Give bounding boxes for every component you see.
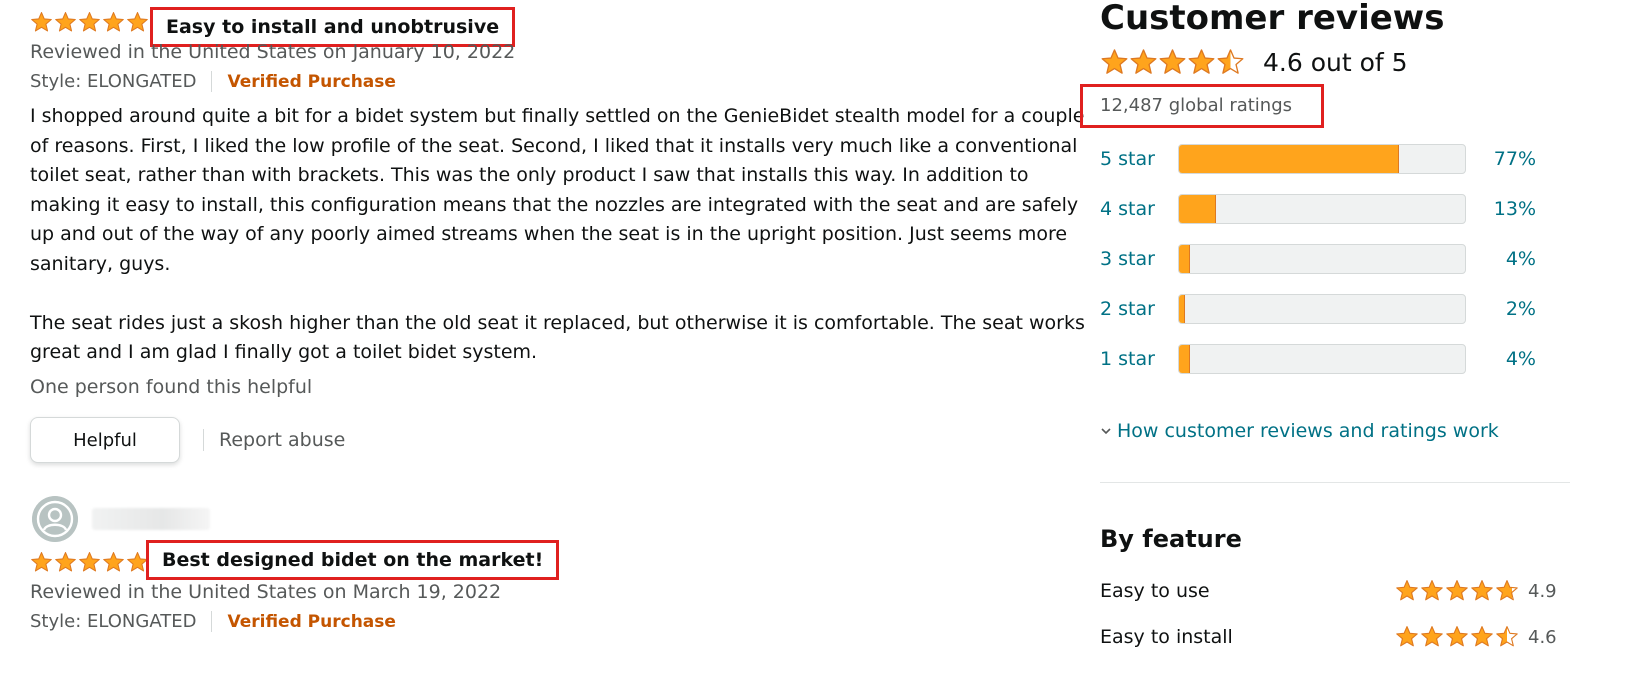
- user-icon: [32, 496, 78, 542]
- histogram-percent[interactable]: 13%: [1466, 198, 1536, 220]
- star-full-icon: [1445, 625, 1469, 649]
- how-reviews-work-text[interactable]: How customer reviews and ratings work: [1117, 420, 1499, 442]
- reviewer-name-redacted: [92, 508, 210, 530]
- style-label[interactable]: Style: ELONGATED: [30, 71, 196, 92]
- star-full-icon: [1395, 579, 1419, 603]
- review-style-line: Style: ELONGATED Verified Purchase: [30, 71, 396, 92]
- histogram-label[interactable]: 1 star: [1100, 348, 1178, 370]
- star-full-icon: [78, 11, 101, 34]
- review-style-line: Style: ELONGATED Verified Purchase: [30, 611, 396, 632]
- star-full-icon: [78, 551, 101, 574]
- histogram-fill: [1179, 295, 1185, 323]
- star-rating: [30, 551, 150, 574]
- divider: [211, 611, 213, 632]
- histogram-fill: [1179, 145, 1400, 173]
- star-rating: [1100, 48, 1245, 77]
- histogram-row-4-star[interactable]: 4 star 13%: [1100, 194, 1540, 224]
- review-date: Reviewed in the United States on January…: [30, 41, 516, 63]
- star-full-icon: [102, 551, 125, 574]
- review-paragraph: The seat rides just a skosh higher than …: [30, 311, 1085, 364]
- star-rating: [30, 11, 150, 34]
- overall-rating-text: 4.6 out of 5: [1263, 48, 1408, 77]
- histogram-row-3-star[interactable]: 3 star 4%: [1100, 244, 1540, 274]
- star-full-icon: [1100, 48, 1129, 77]
- star-half-icon: [1495, 579, 1519, 603]
- histogram-bar[interactable]: [1178, 294, 1466, 324]
- histogram-row-1-star[interactable]: 1 star 4%: [1100, 344, 1540, 374]
- report-abuse-link[interactable]: Report abuse: [219, 429, 345, 451]
- histogram-bar[interactable]: [1178, 194, 1466, 224]
- star-full-icon: [126, 11, 149, 34]
- feature-rating-row: Easy to use 4.9: [1100, 576, 1560, 606]
- star-half-icon: [1216, 48, 1245, 77]
- histogram-bar[interactable]: [1178, 144, 1466, 174]
- helpful-count: One person found this helpful: [30, 376, 313, 398]
- overall-rating[interactable]: 4.6 out of 5: [1100, 48, 1408, 77]
- style-label[interactable]: Style: ELONGATED: [30, 611, 196, 632]
- histogram-bar[interactable]: [1178, 344, 1466, 374]
- histogram-row-2-star[interactable]: 2 star 2%: [1100, 294, 1540, 324]
- summary-title: Customer reviews: [1100, 0, 1445, 38]
- how-reviews-work-link[interactable]: How customer reviews and ratings work: [1100, 420, 1499, 442]
- review-list: Easy to install and unobtrusive Reviewed…: [0, 0, 1100, 674]
- feature-score: 4.6: [1528, 626, 1557, 648]
- star-rating: [1395, 625, 1520, 649]
- star-rating: [1395, 579, 1520, 603]
- review-actions: Helpful Report abuse: [30, 417, 345, 463]
- feature-rating-row: Easy to install 4.6: [1100, 622, 1560, 652]
- review-rating[interactable]: [30, 547, 150, 577]
- histogram-percent[interactable]: 4%: [1466, 248, 1536, 270]
- star-full-icon: [30, 551, 53, 574]
- star-full-icon: [54, 551, 77, 574]
- star-full-icon: [1395, 625, 1419, 649]
- star-full-icon: [30, 11, 53, 34]
- chevron-down-icon: [1101, 428, 1111, 435]
- star-full-icon: [1470, 625, 1494, 649]
- histogram-label[interactable]: 4 star: [1100, 198, 1178, 220]
- histogram-label[interactable]: 2 star: [1100, 298, 1178, 320]
- divider: [211, 71, 213, 92]
- verified-purchase-badge: Verified Purchase: [227, 71, 396, 92]
- review-rating[interactable]: [30, 7, 150, 37]
- histogram-row-5-star[interactable]: 5 star 77%: [1100, 144, 1540, 174]
- star-full-icon: [1445, 579, 1469, 603]
- star-full-icon: [1129, 48, 1158, 77]
- star-full-icon: [1158, 48, 1187, 77]
- star-full-icon: [1420, 579, 1444, 603]
- star-full-icon: [54, 11, 77, 34]
- histogram-percent[interactable]: 4%: [1466, 348, 1536, 370]
- avatar: [32, 496, 78, 542]
- divider: [1100, 482, 1570, 483]
- star-half-icon: [1495, 625, 1519, 649]
- histogram-fill: [1179, 345, 1191, 373]
- helpful-button[interactable]: Helpful: [30, 417, 180, 463]
- feature-name: Easy to use: [1100, 580, 1210, 602]
- global-ratings-count: 12,487 global ratings: [1080, 84, 1324, 128]
- feature-name: Easy to install: [1100, 626, 1233, 648]
- histogram-bar[interactable]: [1178, 244, 1466, 274]
- review-date: Reviewed in the United States on March 1…: [30, 581, 502, 603]
- review-title[interactable]: Best designed bidet on the market!: [146, 540, 560, 580]
- histogram-fill: [1179, 195, 1217, 223]
- histogram-label[interactable]: 5 star: [1100, 148, 1178, 170]
- by-feature-title: By feature: [1100, 525, 1242, 553]
- verified-purchase-badge: Verified Purchase: [227, 611, 396, 632]
- star-full-icon: [1470, 579, 1494, 603]
- histogram-fill: [1179, 245, 1191, 273]
- star-full-icon: [1420, 625, 1444, 649]
- feature-score: 4.9: [1528, 580, 1557, 602]
- star-full-icon: [102, 11, 125, 34]
- star-full-icon: [1187, 48, 1216, 77]
- histogram-label[interactable]: 3 star: [1100, 248, 1178, 270]
- review-body: I shopped around quite a bit for a bidet…: [30, 102, 1090, 368]
- ratings-summary: Customer reviews 4.6 out of 5 12,487 glo…: [1080, 0, 1641, 674]
- divider: [203, 429, 204, 451]
- histogram-percent[interactable]: 2%: [1466, 298, 1536, 320]
- histogram-percent[interactable]: 77%: [1466, 148, 1536, 170]
- review-paragraph: I shopped around quite a bit for a bidet…: [30, 105, 1085, 275]
